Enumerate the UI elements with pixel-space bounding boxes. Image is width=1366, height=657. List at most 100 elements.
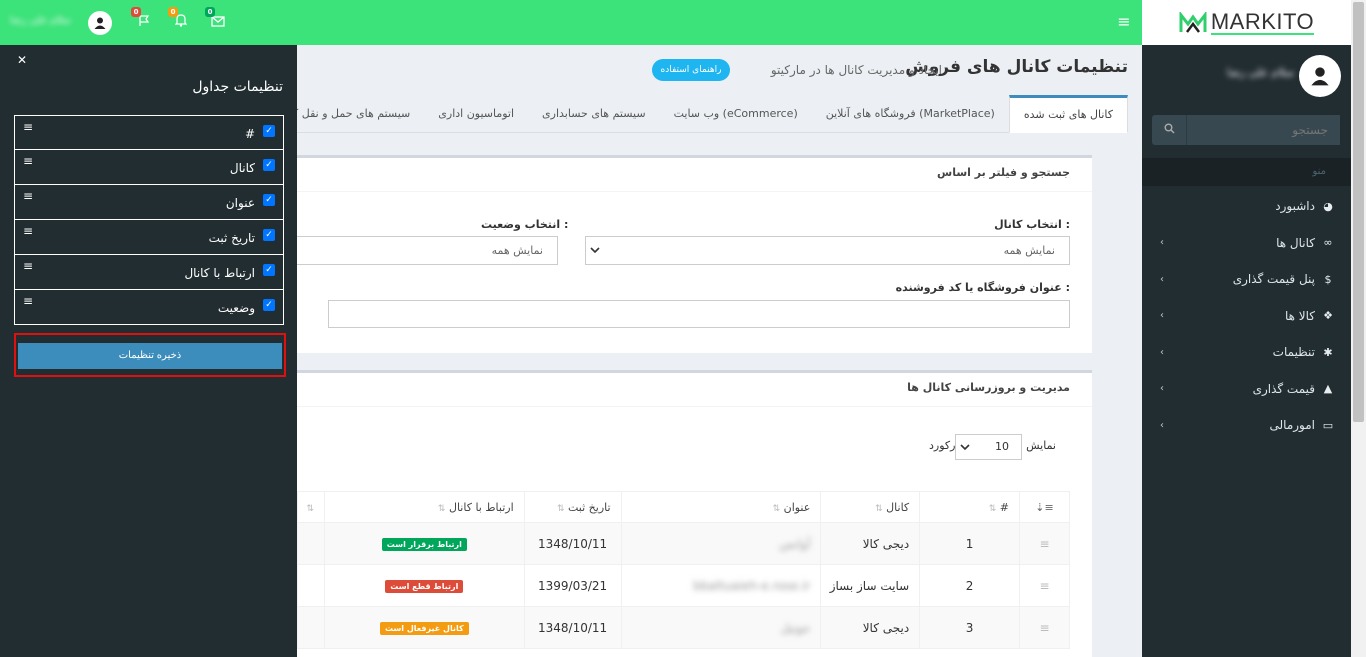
status-badge: ارتباط قطع است bbox=[385, 580, 464, 593]
search-input[interactable] bbox=[1187, 115, 1340, 145]
channel-tabs: کانال های ثبت شده فروشگاه های آنلاین (Ma… bbox=[297, 95, 1128, 133]
column-checkbox[interactable]: ✓ bbox=[263, 194, 275, 206]
drag-handle-icon[interactable]: ≡ bbox=[23, 295, 33, 307]
status-select-value: نمایش همه bbox=[491, 244, 543, 257]
row-drag-icon[interactable]: ≡ bbox=[1019, 564, 1070, 607]
column-option[interactable]: ≡ عنوان ✓ bbox=[14, 185, 284, 220]
status-badge: کانال غیرفعال است bbox=[379, 622, 469, 635]
channels-table: ⇅ ⇅ ارتباط با کانال ⇅ تاریخ ثبت ⇅ عنوان … bbox=[297, 491, 1070, 649]
tab-ecommerce[interactable]: وب سایت (eCommerce) bbox=[660, 95, 812, 133]
column-header-connection[interactable]: ⇅ ارتباط با کانال bbox=[323, 491, 525, 523]
title-cell: bbaltuaieh-e.rose.ir bbox=[693, 578, 811, 593]
table-row: ارتباط برقرار است 1348/10/11 آوانس دیجی … bbox=[297, 522, 1070, 565]
column-checkbox[interactable]: ✓ bbox=[263, 299, 275, 311]
column-header-date[interactable]: ⇅ تاریخ ثبت bbox=[523, 491, 622, 523]
logo-text: MARKITO bbox=[1210, 8, 1315, 35]
column-option[interactable]: ≡ کانال ✓ bbox=[14, 150, 284, 185]
channel-label: انتخاب کانال : bbox=[994, 218, 1070, 231]
search-icon[interactable] bbox=[1152, 115, 1187, 145]
drag-handle-icon[interactable]: ≡ bbox=[23, 260, 33, 272]
sidebar-search bbox=[1152, 115, 1340, 145]
column-header-title[interactable]: ⇅ عنوان bbox=[620, 491, 822, 523]
sidebar-item-channels[interactable]: ‹ کانال ها ∞ bbox=[1142, 225, 1351, 262]
column-settings-icon[interactable]: ⇣≡ bbox=[1019, 491, 1070, 523]
status-badge: ارتباط برقرار است bbox=[381, 538, 467, 551]
column-option[interactable]: ≡ # ✓ bbox=[14, 115, 284, 150]
sidebar-item-pricing[interactable]: ‹ قیمت گذاری ▲ bbox=[1142, 371, 1351, 408]
drag-handle-icon[interactable]: ≡ bbox=[23, 190, 33, 202]
tab-office-automation[interactable]: اتوماسیون اداری bbox=[424, 95, 528, 133]
column-header-number[interactable]: ⇅ # bbox=[919, 491, 1020, 523]
page-scrollbar[interactable] bbox=[1351, 0, 1366, 657]
tab-marketplace[interactable]: فروشگاه های آنلاین (MarketPlace) bbox=[812, 95, 1009, 133]
filter-title: جستجو و فیلتر بر اساس bbox=[297, 158, 1092, 192]
row-drag-icon[interactable]: ≡ bbox=[1019, 522, 1070, 565]
chevron-left-icon: ‹ bbox=[1160, 310, 1164, 322]
chevron-left-icon: ‹ bbox=[1160, 383, 1164, 395]
sidebar-item-products[interactable]: ‹ کالا ها ❖ bbox=[1142, 298, 1351, 335]
sidebar-item-label: قیمت گذاری bbox=[1252, 381, 1315, 396]
row-drag-icon[interactable]: ≡ bbox=[1019, 606, 1070, 649]
manage-box: مدیریت و بروزرسانی کانال ها نمایش 10 رکو… bbox=[297, 370, 1092, 657]
column-option-label: تاریخ ثبت bbox=[208, 231, 255, 245]
messages-badge: 0 bbox=[205, 7, 215, 17]
page-size-select[interactable]: 10 bbox=[955, 434, 1022, 460]
column-checkbox[interactable]: ✓ bbox=[263, 264, 275, 276]
sidebar-menu: داشبورد ◕ ‹ کانال ها ∞ ‹ پنل قیمت گذاری … bbox=[1142, 188, 1351, 444]
drag-handle-icon[interactable]: ≡ bbox=[23, 225, 33, 237]
store-input[interactable] bbox=[328, 300, 1070, 328]
tab-shipping[interactable]: سیستم های حمل و نقل کالا bbox=[297, 95, 424, 133]
sidebar-item-finance[interactable]: ‹ امورمالی ▭ bbox=[1142, 407, 1351, 444]
sidebar-item-label: داشبورد bbox=[1275, 199, 1315, 214]
sidebar-item-label: تنظیمات bbox=[1272, 345, 1315, 360]
flags-badge: 0 bbox=[131, 7, 141, 17]
table-row: کانال غیرفعال است 1348/10/11 جوتیل دیجی … bbox=[297, 606, 1070, 649]
number-cell: 2 bbox=[919, 564, 1020, 607]
column-option[interactable]: ≡ وضعیت ✓ bbox=[14, 290, 284, 325]
chevron-left-icon: ‹ bbox=[1160, 273, 1164, 285]
status-select[interactable]: نمایش همه bbox=[297, 236, 558, 265]
table-row: ارتباط قطع است 1399/03/21 bbaltuaieh-e.r… bbox=[297, 564, 1070, 607]
flag-icon[interactable]: 0 bbox=[131, 7, 155, 34]
brand-logo[interactable]: MARKITO bbox=[1142, 0, 1351, 45]
sidebar-toggle-icon[interactable]: ≡ bbox=[1116, 14, 1132, 30]
scrollbar-thumb[interactable] bbox=[1353, 2, 1364, 422]
column-option-label: کانال bbox=[229, 161, 255, 175]
sidebar-avatar bbox=[1299, 55, 1341, 97]
sidebar-item-dashboard[interactable]: داشبورد ◕ bbox=[1142, 188, 1351, 225]
link-icon: ∞ bbox=[1323, 236, 1333, 250]
table-settings-panel: ✕ تنظیمات جداول ≡ # ✓ ≡ کانال ✓ ≡ عنوان … bbox=[0, 45, 297, 657]
sidebar-user-panel: سلام علی رضا bbox=[1142, 45, 1351, 110]
drag-handle-icon[interactable]: ≡ bbox=[23, 121, 33, 133]
column-header-channel[interactable]: ⇅ کانال bbox=[820, 491, 921, 523]
extra-column-header[interactable]: ⇅ bbox=[297, 491, 325, 523]
channel-cell: سایت ساز بساز bbox=[820, 564, 921, 607]
title-cell: جوتیل bbox=[780, 620, 811, 635]
column-checkbox[interactable]: ✓ bbox=[263, 229, 275, 241]
sidebar-item-settings[interactable]: ‹ تنظیمات ✱ bbox=[1142, 334, 1351, 371]
column-option[interactable]: ≡ ارتباط با کانال ✓ bbox=[14, 255, 284, 290]
tab-registered-channels[interactable]: کانال های ثبت شده bbox=[1008, 95, 1128, 133]
save-settings-button[interactable]: ذخیره تنظیمات bbox=[18, 343, 282, 369]
date-cell: 1399/03/21 bbox=[523, 564, 622, 607]
store-label: عنوان فروشگاه یا کد فروشنده : bbox=[895, 281, 1070, 294]
column-option-label: عنوان bbox=[225, 196, 255, 210]
help-button[interactable]: راهنمای استفاده bbox=[652, 59, 730, 81]
close-icon[interactable]: ✕ bbox=[17, 53, 27, 67]
main-sidebar: سلام علی رضا منو داشبورد ◕ ‹ کانال ها ∞ … bbox=[1142, 45, 1351, 657]
date-cell: 1348/10/11 bbox=[523, 606, 622, 649]
user-name-top[interactable]: سلام علی رضا bbox=[10, 15, 80, 27]
sidebar-item-pricing-panel[interactable]: ‹ پنل قیمت گذاری $ bbox=[1142, 261, 1351, 298]
user-avatar[interactable] bbox=[88, 11, 112, 35]
column-checkbox[interactable]: ✓ bbox=[263, 159, 275, 171]
chevron-left-icon: ‹ bbox=[1160, 419, 1164, 431]
notifications-icon[interactable]: 0 bbox=[168, 7, 192, 34]
column-option[interactable]: ≡ تاریخ ثبت ✓ bbox=[14, 220, 284, 255]
column-checkbox[interactable]: ✓ bbox=[263, 125, 275, 137]
channel-select[interactable]: نمایش همه bbox=[585, 236, 1070, 265]
area-chart-icon: ▲ bbox=[1323, 382, 1333, 396]
notifications-badge: 0 bbox=[168, 7, 178, 17]
messages-icon[interactable]: 0 bbox=[205, 7, 229, 34]
tab-accounting[interactable]: سیستم های حسابداری bbox=[528, 95, 660, 133]
drag-handle-icon[interactable]: ≡ bbox=[23, 155, 33, 167]
